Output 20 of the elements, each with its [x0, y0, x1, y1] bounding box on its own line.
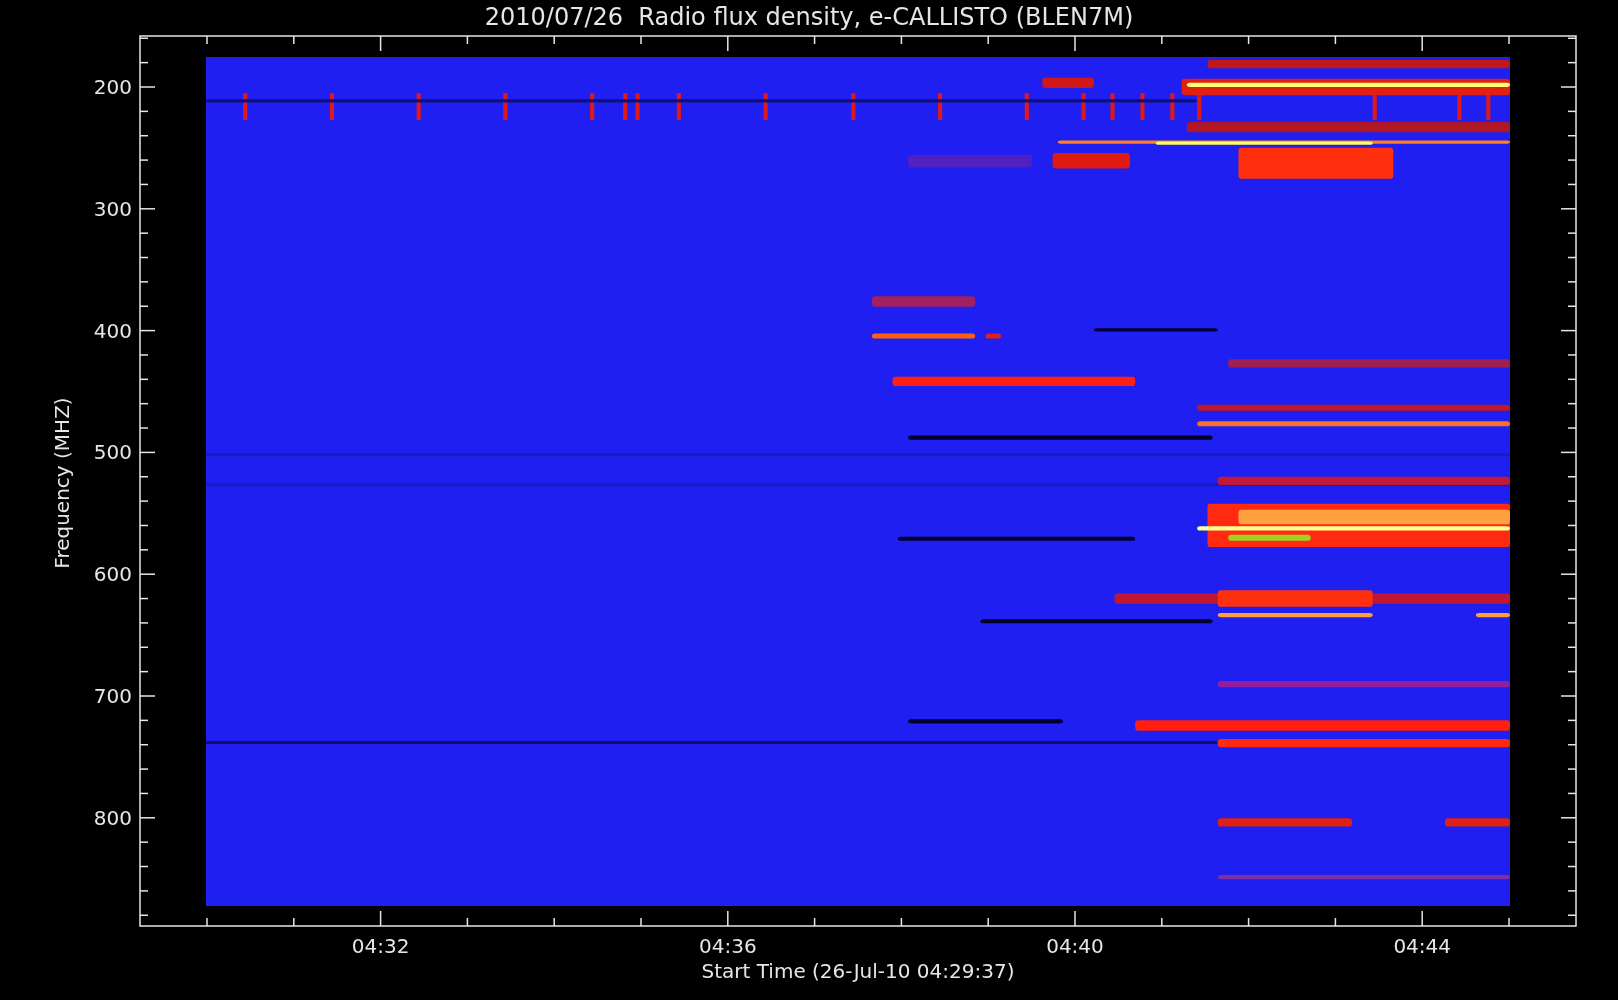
y-axis-label: Frequency (MHZ) — [50, 397, 74, 569]
x-tick-label: 04:36 — [699, 934, 757, 958]
interference-spike — [1110, 93, 1115, 120]
interference-spike — [1197, 93, 1202, 120]
x-tick-label: 04:32 — [351, 934, 410, 958]
x-axis-label: Start Time (26-Jul-10 04:29:37) — [701, 959, 1015, 983]
y-tick-label: 800 — [93, 805, 132, 830]
chart-title: 2010/07/26 Radio flux density, e-CALLISTO (BLEN7M) — [484, 3, 1134, 31]
interference-spike — [1372, 93, 1377, 120]
y-tick-label: 700 — [93, 684, 132, 708]
x-tick-label: 04:40 — [1046, 934, 1104, 958]
interference-spike — [1457, 93, 1462, 120]
y-tick-label: 300 — [93, 196, 132, 221]
interference-spike — [1140, 93, 1145, 120]
interference-spike — [1486, 93, 1491, 120]
y-tick-label: 200 — [93, 75, 132, 99]
y-tick-label: 400 — [93, 318, 132, 343]
y-tick-label: 600 — [93, 562, 132, 587]
x-tick-label: 04:44 — [1393, 934, 1451, 958]
y-tick-label: 500 — [93, 440, 132, 465]
